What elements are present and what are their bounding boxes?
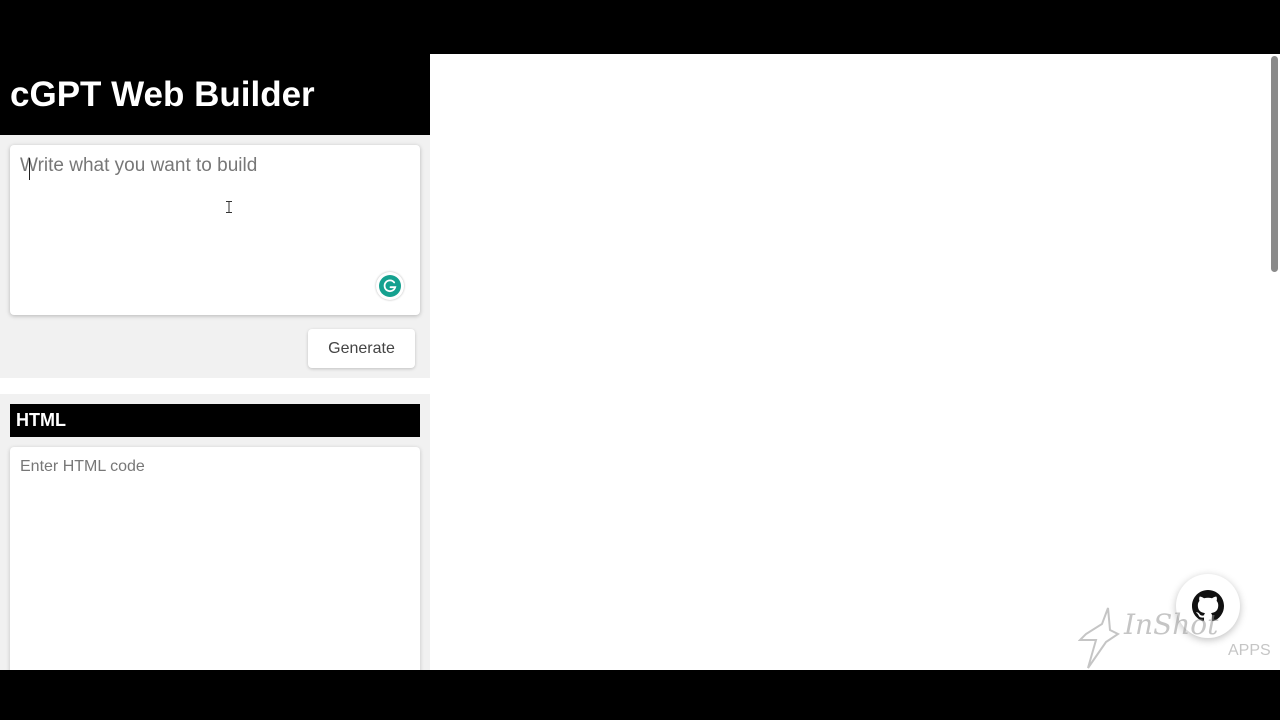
app-header: cGPT Web Builder <box>0 54 430 135</box>
app-title: cGPT Web Builder <box>10 75 315 114</box>
html-section-header: HTML <box>10 404 420 437</box>
grammarly-icon[interactable] <box>376 272 404 300</box>
preview-pane[interactable] <box>430 54 1268 670</box>
preview-scrollbar[interactable] <box>1268 54 1280 670</box>
text-caret <box>29 158 30 180</box>
html-section-title: HTML <box>16 410 66 430</box>
prompt-card <box>10 145 420 315</box>
video-letterbox-top <box>0 0 1280 54</box>
generate-button[interactable]: Generate <box>308 329 415 368</box>
web-builder-app: cGPT Web Builder Generate <box>0 54 1280 670</box>
scrollbar-thumb[interactable] <box>1271 56 1278 272</box>
github-button[interactable] <box>1176 574 1240 638</box>
grammarly-g-icon <box>383 279 397 293</box>
video-letterbox-bottom <box>0 670 1280 720</box>
text-cursor-icon <box>226 201 232 213</box>
html-code-input[interactable] <box>10 447 420 670</box>
prompt-input[interactable] <box>10 145 420 315</box>
html-section: HTML <box>0 394 430 670</box>
github-icon <box>1192 590 1224 622</box>
left-panel: cGPT Web Builder Generate <box>0 54 430 670</box>
prompt-section: Generate <box>0 135 430 378</box>
grammarly-badge <box>379 275 401 297</box>
html-editor-card <box>10 447 420 670</box>
